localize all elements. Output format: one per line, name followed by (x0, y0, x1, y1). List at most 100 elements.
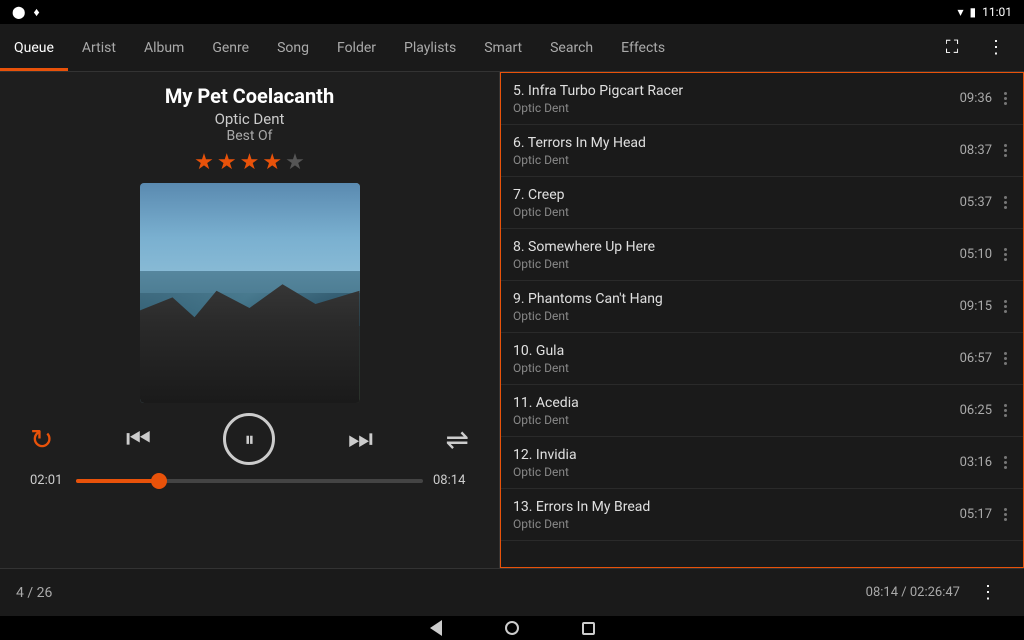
track-title: 8. Somewhere Up Here (513, 239, 960, 255)
status-left: ⬤ ♦ (12, 5, 40, 19)
track-title: 6. Terrors In My Head (513, 135, 960, 151)
track-row-6[interactable]: 6. Terrors In My Head Optic Dent 08:37 (501, 125, 1023, 177)
track-duration: 06:57 (960, 351, 992, 366)
home-button[interactable] (504, 620, 520, 636)
star-5[interactable]: ★ (285, 150, 305, 175)
progress-thumb[interactable] (151, 473, 167, 489)
track-title: 11. Acedia (513, 395, 960, 411)
current-time: 02:01 (30, 473, 66, 488)
pause-button[interactable]: ⏸ (223, 413, 275, 465)
wifi-icon: ▾ (957, 5, 963, 19)
overflow-menu-button[interactable]: ⋮ (976, 28, 1016, 68)
track-artist: Optic Dent (513, 205, 960, 219)
track-info: 6. Terrors In My Head Optic Dent (513, 135, 960, 167)
track-info: 13. Errors In My Bread Optic Dent (513, 499, 960, 531)
track-list: 5. Infra Turbo Pigcart Racer Optic Dent … (500, 72, 1024, 568)
track-row-8[interactable]: 8. Somewhere Up Here Optic Dent 05:10 (501, 229, 1023, 281)
track-more-button[interactable] (1000, 456, 1011, 469)
tab-genre[interactable]: Genre (198, 24, 263, 71)
track-more-button[interactable] (1000, 352, 1011, 365)
song-album: Best Of (227, 128, 273, 144)
next-button[interactable]: ⏭ (348, 422, 373, 456)
status-bar: ⬤ ♦ ▾ ▮ 11:01 (0, 0, 1024, 24)
repeat-button[interactable]: ↻ (30, 423, 53, 456)
main-content: My Pet Coelacanth Optic Dent Best Of ★ ★… (0, 72, 1024, 568)
track-duration: 03:16 (960, 455, 992, 470)
track-more-button[interactable] (1000, 92, 1011, 105)
track-row-9[interactable]: 9. Phantoms Can't Hang Optic Dent 09:15 (501, 281, 1023, 333)
track-info: 8. Somewhere Up Here Optic Dent (513, 239, 960, 271)
recents-button[interactable] (580, 620, 596, 636)
fullscreen-button[interactable]: ⛶ (932, 28, 972, 68)
playback-controls: ↻ ⏮ ⏸ ⏭ ⇌ (20, 413, 479, 465)
track-more-button[interactable] (1000, 196, 1011, 209)
bottom-right: 08:14 / 02:26:47 ⋮ (866, 573, 1008, 613)
total-time: 08:14 (433, 473, 469, 488)
battery-icon: ▮ (970, 5, 977, 19)
track-row-10[interactable]: 10. Gula Optic Dent 06:57 (501, 333, 1023, 385)
tab-effects[interactable]: Effects (607, 24, 679, 71)
tab-smart[interactable]: Smart (470, 24, 536, 71)
track-duration: 08:37 (960, 143, 992, 158)
track-duration: 09:36 (960, 91, 992, 106)
track-artist: Optic Dent (513, 309, 960, 323)
album-art (140, 183, 360, 403)
back-button[interactable] (428, 620, 444, 636)
queue-position: 4 / 26 (16, 585, 52, 601)
track-artist: Optic Dent (513, 101, 960, 115)
tab-artist[interactable]: Artist (68, 24, 130, 71)
track-title: 7. Creep (513, 187, 960, 203)
tab-search[interactable]: Search (536, 24, 607, 71)
star-1[interactable]: ★ (194, 150, 214, 175)
track-info: 9. Phantoms Can't Hang Optic Dent (513, 291, 960, 323)
track-duration: 05:17 (960, 507, 992, 522)
track-artist: Optic Dent (513, 257, 960, 271)
track-more-button[interactable] (1000, 248, 1011, 261)
track-more-button[interactable] (1000, 144, 1011, 157)
track-title: 10. Gula (513, 343, 960, 359)
track-info: 11. Acedia Optic Dent (513, 395, 960, 427)
prev-button[interactable]: ⏮ (126, 422, 151, 456)
track-title: 5. Infra Turbo Pigcart Racer (513, 83, 960, 99)
track-row-7[interactable]: 7. Creep Optic Dent 05:37 (501, 177, 1023, 229)
track-artist: Optic Dent (513, 517, 960, 531)
player-panel: My Pet Coelacanth Optic Dent Best Of ★ ★… (0, 72, 500, 568)
star-4[interactable]: ★ (262, 150, 282, 175)
track-duration: 05:10 (960, 247, 992, 262)
track-title: 9. Phantoms Can't Hang (513, 291, 960, 307)
shuffle-button[interactable]: ⇌ (446, 423, 469, 456)
track-duration: 06:25 (960, 403, 992, 418)
progress-bar[interactable] (76, 479, 423, 483)
star-2[interactable]: ★ (217, 150, 237, 175)
song-artist: Optic Dent (215, 110, 285, 128)
progress-fill (76, 479, 159, 483)
track-artist: Optic Dent (513, 361, 960, 375)
track-title: 12. Invidia (513, 447, 960, 463)
tab-song[interactable]: Song (263, 24, 323, 71)
track-row-11[interactable]: 11. Acedia Optic Dent 06:25 (501, 385, 1023, 437)
track-more-button[interactable] (1000, 404, 1011, 417)
clock: 11:01 (982, 5, 1012, 19)
track-title: 13. Errors In My Bread (513, 499, 960, 515)
track-more-button[interactable] (1000, 300, 1011, 313)
tab-folder[interactable]: Folder (323, 24, 390, 71)
app-icon-1: ⬤ (12, 5, 25, 19)
app-icon-2: ♦ (33, 5, 39, 19)
track-info: 12. Invidia Optic Dent (513, 447, 960, 479)
tab-playlists[interactable]: Playlists (390, 24, 470, 71)
star-3[interactable]: ★ (240, 150, 260, 175)
track-duration: 09:15 (960, 299, 992, 314)
track-artist: Optic Dent (513, 413, 960, 427)
tab-queue[interactable]: Queue (0, 24, 68, 71)
progress-area: 02:01 08:14 (20, 473, 479, 488)
track-more-button[interactable] (1000, 508, 1011, 521)
tab-album[interactable]: Album (130, 24, 198, 71)
total-time-display: 08:14 / 02:26:47 (866, 585, 960, 600)
bottom-overflow-button[interactable]: ⋮ (968, 573, 1008, 613)
track-row-12[interactable]: 12. Invidia Optic Dent 03:16 (501, 437, 1023, 489)
track-row-13[interactable]: 13. Errors In My Bread Optic Dent 05:17 (501, 489, 1023, 541)
track-row-5[interactable]: 5. Infra Turbo Pigcart Racer Optic Dent … (501, 73, 1023, 125)
rating-stars[interactable]: ★ ★ ★ ★ ★ (194, 150, 305, 175)
bottom-bar: 4 / 26 08:14 / 02:26:47 ⋮ (0, 568, 1024, 616)
nav-tabs: Queue Artist Album Genre Song Folder Pla… (0, 24, 1024, 72)
